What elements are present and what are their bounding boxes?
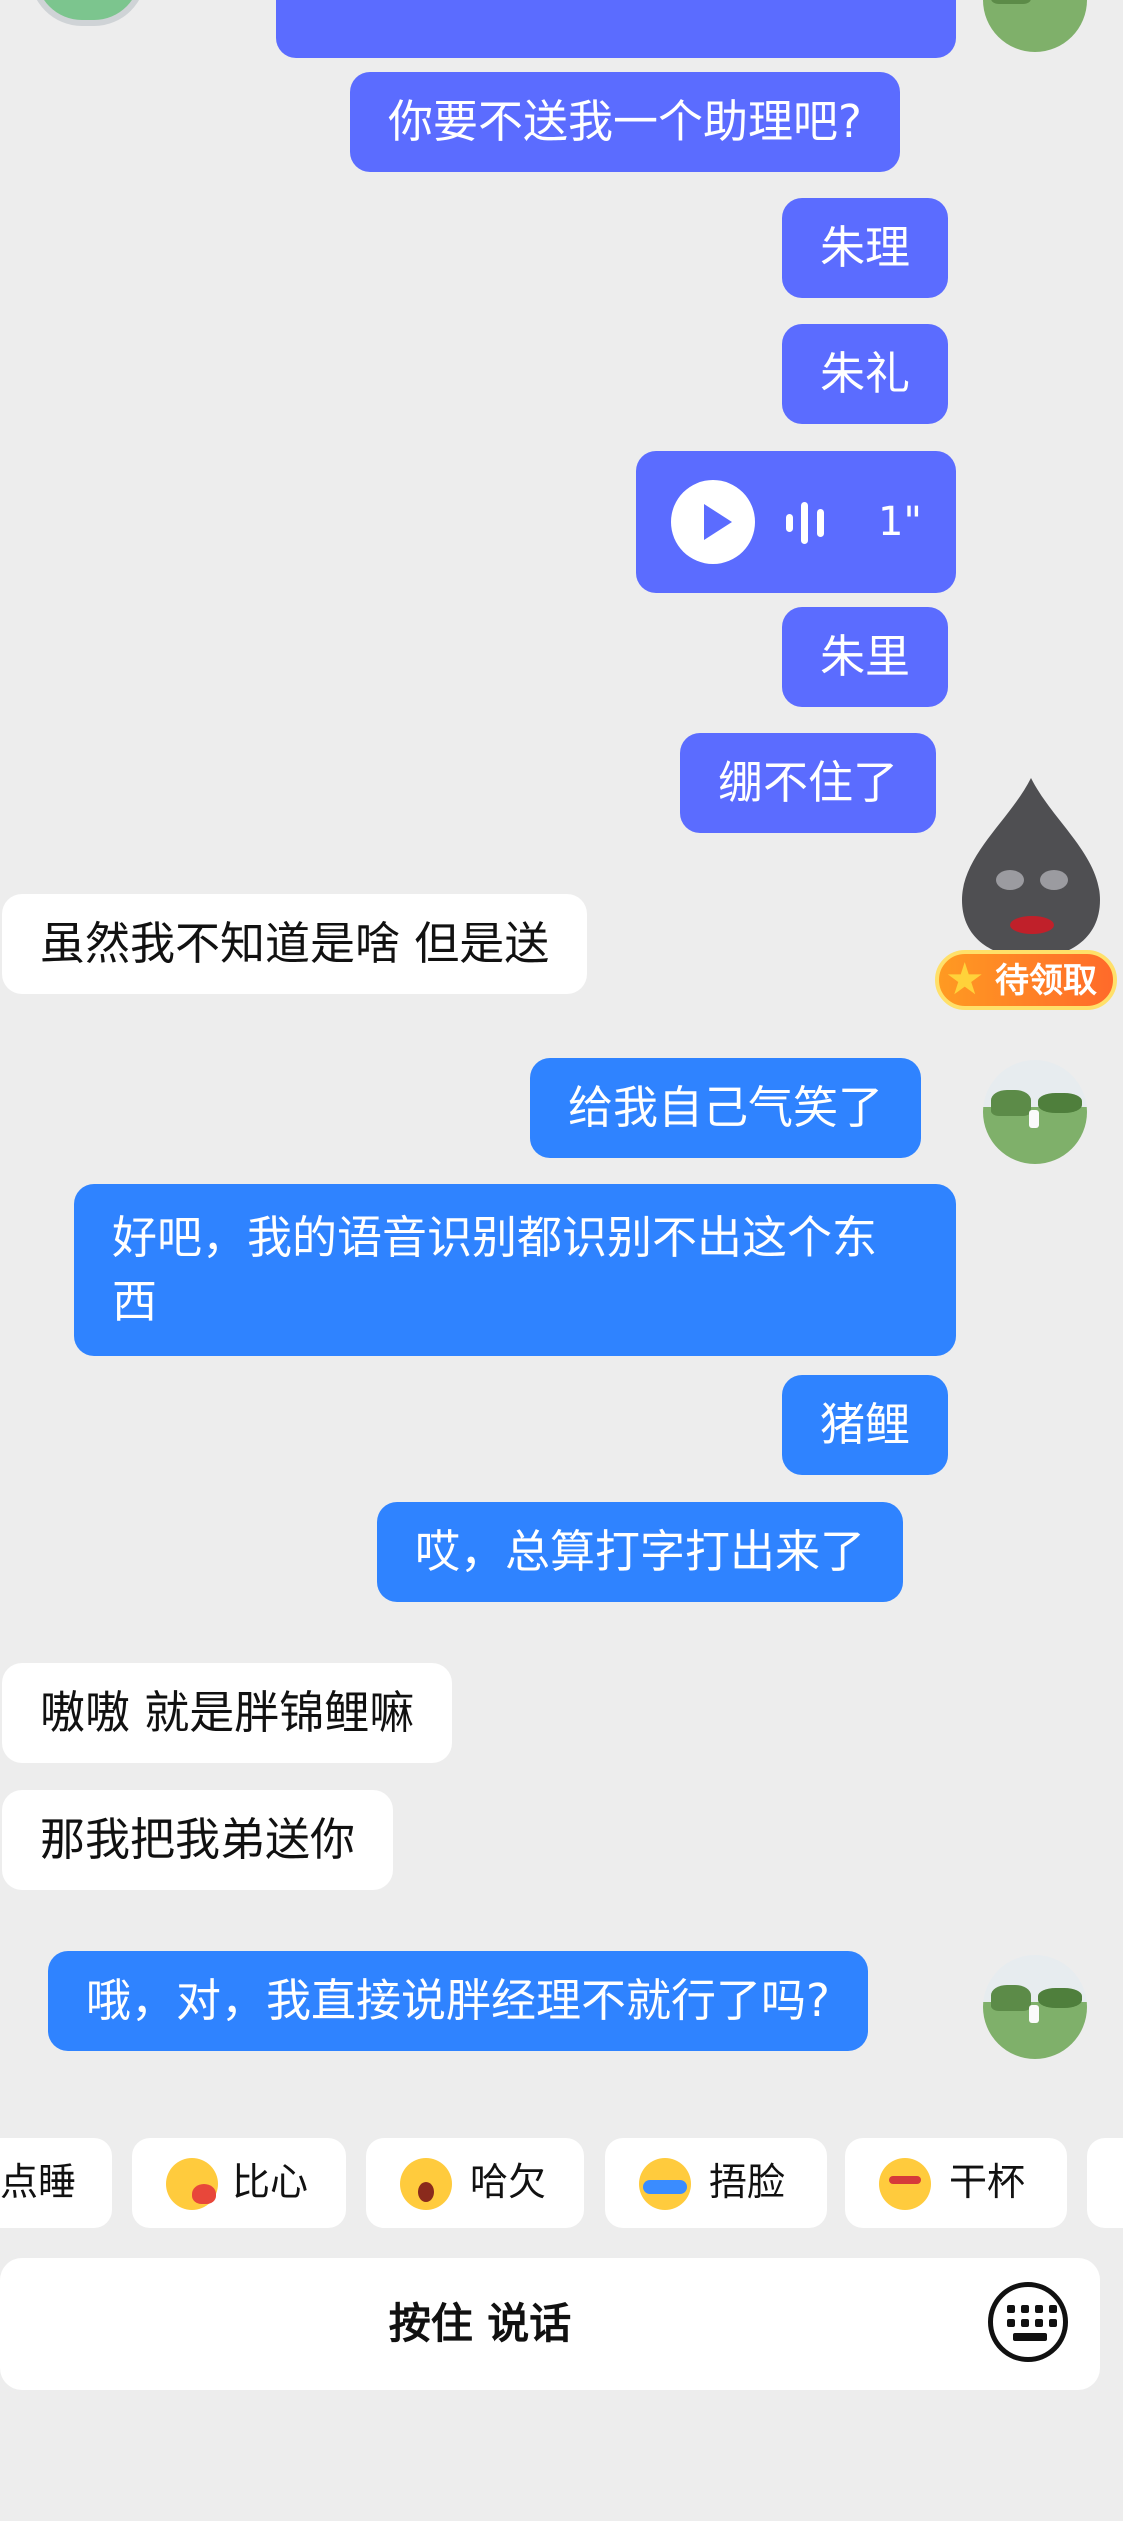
reaction-label: 干杯 (949, 2160, 1026, 2204)
contact-avatar-partial[interactable] (30, 0, 146, 26)
message-bubble[interactable]: 哦，对，我直接说胖经理不就行了吗? (48, 1951, 868, 2051)
message-text: 朱里 (820, 630, 911, 683)
message-text: 那我把我弟送你 (40, 1813, 356, 1866)
reaction-label: 哈欠 (470, 2160, 547, 2204)
chat-area: 你要不送我一个助理吧? 朱理 朱礼 1" 朱里 绷不住了 ★ 待领取 虽然我不知… (0, 0, 1123, 2521)
cheers-emoji-icon (879, 2158, 931, 2210)
message-text: 虽然我不知道是啥 但是送 (40, 917, 550, 970)
keyboard-icon[interactable] (988, 2282, 1068, 2362)
my-avatar-partial[interactable] (983, 0, 1087, 52)
voice-duration: 1" (878, 499, 922, 545)
reaction-label: 点睡 (0, 2160, 77, 2204)
my-avatar[interactable] (983, 1060, 1087, 1164)
voice-message-bubble[interactable]: 1" (636, 451, 956, 593)
message-bubble[interactable]: 嗷嗷 就是胖锦鲤嘛 (2, 1663, 453, 1763)
message-text: 哎，总算打字打出来了 (415, 1525, 866, 1578)
message-text: 好吧，我的语音识别都识别不出这个东西 (112, 1211, 878, 1328)
message-text: 朱理 (820, 221, 911, 274)
badge-label: 待领取 (995, 961, 1097, 1001)
yawn-emoji-icon (400, 2158, 452, 2210)
reaction-chip-cheers[interactable]: 干杯 (845, 2138, 1067, 2228)
message-text: 哦，对，我直接说胖经理不就行了吗? (86, 1974, 830, 2027)
message-bubble[interactable]: 你要不送我一个助理吧? (350, 72, 900, 172)
reaction-label: 比心 (232, 2160, 309, 2204)
message-text: 绷不住了 (718, 756, 899, 809)
message-bubble[interactable]: 朱理 (782, 198, 949, 298)
sticker-badge[interactable]: ★ 待领取 (935, 950, 1117, 1010)
message-text: 朱礼 (820, 347, 911, 400)
message-bubble[interactable]: 朱礼 (782, 324, 949, 424)
star-icon: ★ (945, 954, 985, 1005)
facepalm-emoji-icon (639, 2158, 691, 2210)
message-bubble-partial[interactable] (276, 0, 956, 58)
heart-hands-emoji-icon (166, 2158, 218, 2210)
reaction-chip-yawn[interactable]: 哈欠 (366, 2138, 584, 2228)
message-text: 猪鲤 (820, 1398, 911, 1451)
message-bubble[interactable]: 绷不住了 (680, 733, 937, 833)
message-text: 你要不送我一个助理吧? (388, 95, 862, 148)
reaction-chip-more[interactable] (1087, 2138, 1123, 2228)
input-bar: 按住 说话 (0, 2258, 1100, 2390)
message-bubble[interactable]: 朱里 (782, 607, 949, 707)
reaction-chip-heart[interactable]: 比心 (132, 2138, 346, 2228)
message-bubble[interactable]: 那我把我弟送你 (2, 1790, 394, 1890)
message-bubble[interactable]: 哎，总算打字打出来了 (377, 1502, 904, 1602)
message-bubble[interactable]: 猪鲤 (782, 1375, 949, 1475)
message-text: 给我自己气笑了 (568, 1081, 884, 1134)
message-bubble[interactable]: 给我自己气笑了 (530, 1058, 922, 1158)
message-text: 嗷嗷 就是胖锦鲤嘛 (40, 1686, 415, 1739)
reaction-chip-facepalm[interactable]: 捂脸 (605, 2138, 827, 2228)
my-avatar[interactable] (983, 1955, 1087, 2059)
play-icon[interactable] (671, 480, 755, 564)
reaction-label: 捂脸 (709, 2160, 786, 2204)
message-bubble[interactable]: 好吧，我的语音识别都识别不出这个东西 (74, 1184, 956, 1356)
message-bubble[interactable]: 虽然我不知道是啥 但是送 (2, 894, 588, 994)
reaction-chip-sleep[interactable]: 点睡 (0, 2138, 112, 2228)
hold-to-talk-button[interactable]: 按住 说话 (0, 2294, 960, 2354)
